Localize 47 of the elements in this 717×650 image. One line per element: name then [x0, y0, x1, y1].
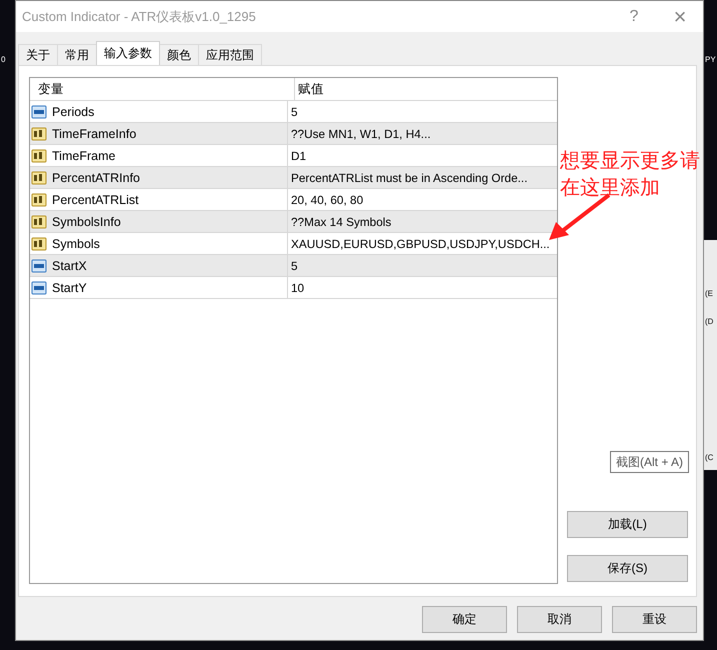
- parameter-name: PercentATRList: [52, 192, 139, 206]
- text-type-icon: [31, 170, 47, 186]
- parameter-name: TimeFrameInfo: [52, 126, 136, 140]
- background-text: 0: [1, 55, 6, 65]
- parameter-value[interactable]: 5: [288, 101, 557, 122]
- background-text: (C: [705, 453, 714, 463]
- text-type-icon: [31, 236, 47, 252]
- parameter-value[interactable]: ??Use MN1, W1, D1, H4...: [288, 123, 557, 144]
- parameter-name: TimeFrame: [52, 148, 116, 162]
- tab[interactable]: 输入参数: [96, 41, 160, 65]
- tab[interactable]: 应用范围: [198, 44, 262, 65]
- text-type-icon: [31, 214, 47, 230]
- background-text: (E: [705, 289, 713, 299]
- annotation-text: 想要显示更多请在这里添加: [560, 149, 701, 201]
- integer-type-icon: [31, 104, 47, 120]
- window-title: Custom Indicator - ATR仪表板v1.0_1295: [22, 8, 257, 26]
- text-type-icon: [31, 192, 47, 208]
- integer-type-icon: [31, 280, 47, 296]
- parameter-name: StartY: [52, 280, 87, 294]
- background-text: PY: [705, 55, 716, 65]
- close-button[interactable]: ×: [657, 2, 703, 32]
- parameter-value[interactable]: 20, 40, 60, 80: [288, 189, 557, 210]
- help-button[interactable]: ?: [611, 2, 657, 32]
- parameter-name: Periods: [52, 104, 94, 118]
- parameter-name: StartX: [52, 258, 87, 272]
- dialog-button[interactable]: 取消: [517, 606, 602, 633]
- parameter-value[interactable]: 5: [288, 255, 557, 276]
- side-button[interactable]: 加载(L): [567, 511, 688, 538]
- parameter-name: PercentATRInfo: [52, 170, 140, 184]
- dialog-button[interactable]: 重设: [612, 606, 697, 633]
- background-text: (D: [705, 317, 714, 327]
- integer-type-icon: [31, 258, 47, 274]
- tab[interactable]: 关于: [18, 44, 58, 65]
- parameter-value[interactable]: PercentATRList must be in Ascending Orde...: [288, 167, 557, 188]
- parameter-name: Symbols: [52, 236, 100, 250]
- parameter-value[interactable]: 10: [288, 277, 557, 298]
- text-type-icon: [31, 148, 47, 164]
- column-header[interactable]: 赋值: [295, 78, 557, 100]
- parameter-value[interactable]: XAUUSD,EURUSD,GBPUSD,USDJPY,USDCH...: [288, 233, 557, 254]
- parameter-name: SymbolsInfo: [52, 214, 121, 228]
- dialog-button[interactable]: 确定: [422, 606, 507, 633]
- tooltip: 截图(Alt + A): [610, 451, 690, 473]
- parameter-value[interactable]: ??Max 14 Symbols: [288, 211, 557, 232]
- parameter-value[interactable]: D1: [288, 145, 557, 166]
- text-type-icon: [31, 126, 47, 142]
- column-header[interactable]: 变量: [30, 78, 295, 100]
- side-button[interactable]: 保存(S): [567, 555, 688, 582]
